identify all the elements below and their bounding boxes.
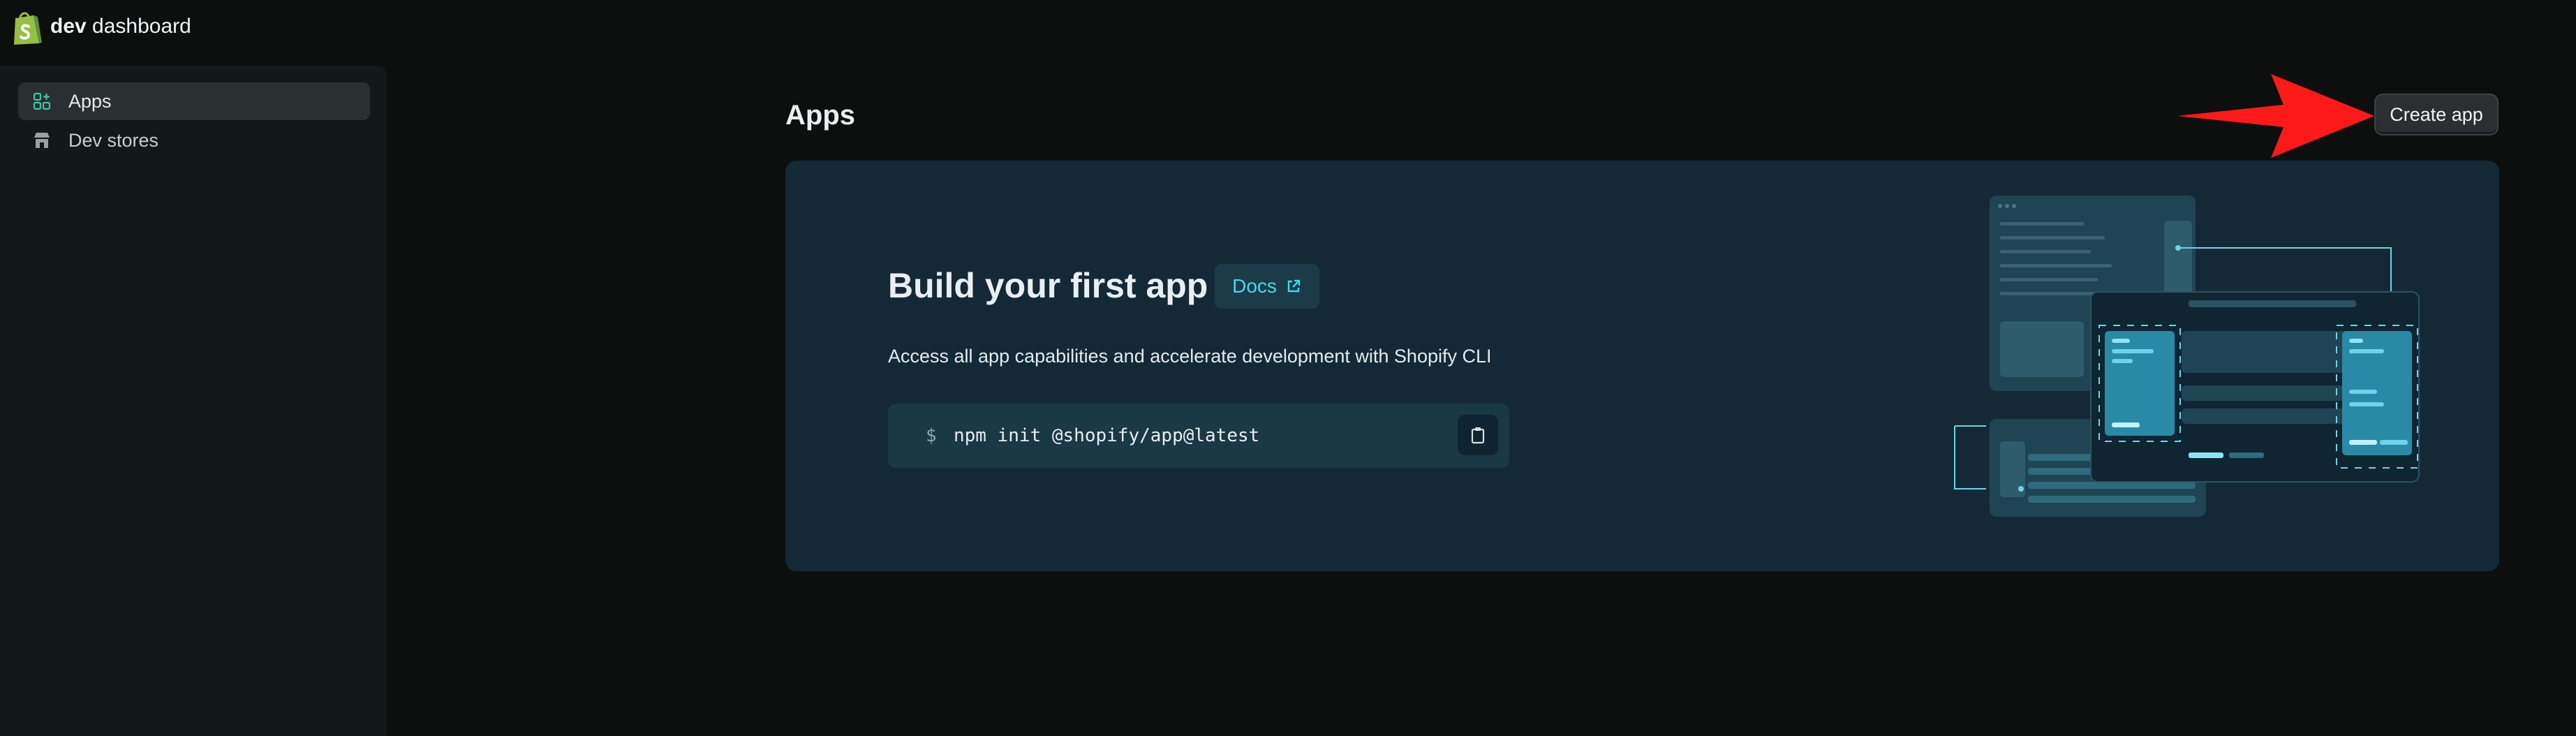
top-bar: dev dashboard: [0, 0, 2576, 56]
card-title: Build your first app: [888, 266, 1208, 305]
sidebar-item-label: Apps: [68, 91, 112, 112]
sidebar-item-label: Dev stores: [68, 130, 159, 151]
create-app-button[interactable]: Create app: [2374, 94, 2499, 135]
app-illustration: [1954, 196, 2420, 517]
apps-grid-icon: [33, 92, 51, 110]
sidebar-item-apps[interactable]: Apps: [18, 82, 370, 120]
cli-command[interactable]: npm init @shopify/app@latest: [954, 404, 1259, 468]
brand-rest: dashboard: [92, 15, 191, 38]
shopify-bag-icon[interactable]: [10, 10, 43, 46]
red-arrow-annotation: [2177, 74, 2374, 158]
docs-link[interactable]: Docs: [1215, 264, 1319, 309]
page-title: Apps: [785, 100, 855, 131]
prompt-symbol: $: [926, 425, 937, 446]
store-icon: [34, 133, 50, 148]
cli-command-box: $ npm init @shopify/app@latest: [888, 404, 1509, 468]
copy-command-button[interactable]: [1458, 415, 1498, 455]
brand-title[interactable]: dev dashboard: [50, 13, 191, 41]
card-description: Access all app capabilities and accelera…: [888, 346, 1492, 367]
sidebar-item-dev-stores[interactable]: Dev stores: [18, 122, 370, 159]
sidebar: Apps Dev stores: [0, 66, 387, 736]
clipboard-icon: [1471, 427, 1485, 444]
docs-label: Docs: [1232, 275, 1277, 297]
brand-bold: dev: [50, 15, 87, 38]
external-link-icon: [1287, 279, 1301, 293]
get-started-card: Build your first app Docs Access all app…: [785, 161, 2499, 571]
